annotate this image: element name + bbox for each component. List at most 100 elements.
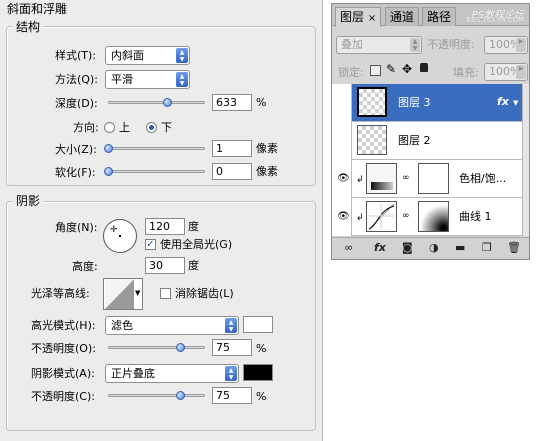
- highlight-opacity-knob[interactable]: [176, 343, 185, 352]
- chevron-right-icon: ▶: [516, 65, 526, 79]
- depth-label: 深度(D):: [55, 97, 98, 110]
- highlight-opacity-slider[interactable]: [108, 346, 205, 349]
- highlight-opacity-input[interactable]: 75: [212, 339, 252, 356]
- angle-input[interactable]: 120: [145, 218, 185, 235]
- eye-icon: 👁: [337, 173, 350, 184]
- layer-thumbnail: [357, 125, 387, 155]
- lock-icon[interactable]: [420, 63, 428, 72]
- blend-mode-select[interactable]: 叠加 ▲ ▼: [336, 36, 422, 54]
- shadow-mode-value: 正片叠底: [111, 367, 155, 380]
- layer-row[interactable]: 👁 图层 3 fx ▼: [332, 84, 522, 122]
- brush-icon[interactable]: ✎: [386, 62, 396, 76]
- updown-arrow-icon: ▲ ▼: [176, 48, 188, 63]
- direction-down-radio[interactable]: [146, 122, 157, 133]
- soften-label: 软化(F):: [55, 166, 96, 179]
- size-slider-knob[interactable]: [104, 144, 113, 153]
- size-label: 大小(Z):: [55, 143, 97, 156]
- antialias-checkbox[interactable]: [160, 288, 171, 299]
- altitude-label: 高度:: [72, 260, 98, 273]
- angle-dial[interactable]: ✛: [103, 219, 137, 253]
- structure-title: 结构: [13, 20, 44, 34]
- layers-scrollbar[interactable]: [522, 84, 529, 236]
- shadow-color-swatch[interactable]: [243, 364, 273, 381]
- shadow-opacity-unit: %: [256, 390, 267, 403]
- style-label: 样式(T):: [55, 49, 97, 62]
- highlight-opacity-label: 不透明度(O):: [31, 342, 96, 355]
- panel-bottom-bar: ∞ fx ◙ ◑ ▬ ❐ 🗑: [332, 237, 529, 259]
- shadow-opacity-input[interactable]: 75: [212, 387, 252, 404]
- visibility-toggle[interactable]: 👁: [332, 84, 352, 122]
- add-mask-icon[interactable]: ◙: [402, 242, 413, 254]
- tab-paths[interactable]: 路径: [422, 7, 457, 26]
- global-light-checkbox[interactable]: ✓: [145, 239, 156, 250]
- technique-value: 平滑: [111, 73, 133, 86]
- dialog-title: 斜面和浮雕: [7, 2, 68, 16]
- link-icon: ∞: [402, 173, 410, 183]
- soften-slider-knob[interactable]: [104, 167, 113, 176]
- shadow-opacity-slider[interactable]: [108, 394, 205, 397]
- depth-slider[interactable]: [108, 101, 205, 104]
- eye-icon: 👁: [337, 97, 350, 108]
- layers-panel: 图层 × 通道 路径 PS教程论坛 BBS.16XX8.COM 叠加 ▲ ▼ 不透…: [331, 3, 530, 260]
- updown-arrow-icon: ▲ ▼: [225, 318, 237, 333]
- size-input[interactable]: 1: [212, 140, 252, 157]
- technique-select[interactable]: 平滑 ▲ ▼: [105, 70, 190, 89]
- chevron-down-icon[interactable]: ▼: [513, 96, 518, 110]
- direction-up-radio[interactable]: [104, 122, 115, 133]
- layer-name: 图层 2: [398, 134, 431, 147]
- direction-down-label: 下: [161, 121, 172, 134]
- visibility-toggle[interactable]: 👁: [332, 160, 352, 198]
- link-layers-icon[interactable]: ∞: [344, 242, 353, 254]
- shading-title: 阴影: [13, 194, 44, 208]
- fill-field[interactable]: 100% ▶: [484, 63, 528, 81]
- highlight-color-swatch[interactable]: [243, 316, 273, 333]
- blend-mode-value: 叠加: [341, 38, 363, 51]
- clip-arrow-icon: ↲: [356, 213, 364, 223]
- opacity-field[interactable]: 100% ▶: [484, 36, 528, 54]
- eye-icon: 👁: [337, 211, 350, 222]
- new-group-icon[interactable]: ▬: [455, 242, 465, 254]
- adjustment-layer-icon[interactable]: ◑: [429, 242, 439, 254]
- technique-label: 方法(Q):: [55, 73, 98, 86]
- curve-graph-icon: [368, 203, 395, 230]
- visibility-toggle[interactable]: 👁: [332, 198, 352, 236]
- style-select[interactable]: 内斜面 ▲ ▼: [105, 46, 190, 65]
- layers-list: 👁 图层 3 fx ▼ 图层 2 👁 ↲ ∞ 色相/饱... 👁 ↲ ∞ 曲线 …: [332, 84, 522, 236]
- size-slider[interactable]: [108, 147, 205, 150]
- layer-row[interactable]: 👁 ↲ ∞ 曲线 1: [332, 198, 522, 236]
- shadow-mode-select[interactable]: 正片叠底 ▲ ▼: [105, 364, 239, 383]
- size-unit: 像素: [256, 142, 278, 155]
- watermark-url: BBS.16XX8.COM: [466, 16, 524, 24]
- move-icon[interactable]: ✥: [402, 62, 412, 76]
- tab-layers[interactable]: 图层 ×: [335, 7, 382, 27]
- contour-icon: [105, 279, 134, 309]
- trash-icon[interactable]: 🗑: [507, 242, 521, 254]
- altitude-input[interactable]: 30: [145, 257, 185, 274]
- tab-channels[interactable]: 通道: [385, 7, 420, 26]
- opacity-label: 不透明度:: [427, 38, 475, 51]
- visibility-toggle[interactable]: [332, 122, 352, 160]
- dial-center-icon: [119, 235, 121, 237]
- depth-input[interactable]: 633: [212, 94, 252, 111]
- layer-row[interactable]: 👁 ↲ ∞ 色相/饱...: [332, 160, 522, 198]
- soften-unit: 像素: [256, 165, 278, 178]
- chevron-down-icon: ▼: [135, 289, 141, 297]
- updown-arrow-icon: ▲ ▼: [176, 72, 188, 87]
- updown-arrow-icon: ▲ ▼: [410, 38, 420, 52]
- soften-slider[interactable]: [108, 170, 205, 173]
- angle-unit: 度: [188, 220, 199, 233]
- close-icon[interactable]: ×: [368, 13, 376, 24]
- shadow-opacity-knob[interactable]: [176, 391, 185, 400]
- crosshair-icon: ✛: [110, 225, 118, 235]
- curves-icon: [366, 201, 397, 232]
- soften-input[interactable]: 0: [212, 163, 252, 180]
- layer-row[interactable]: 图层 2: [332, 122, 522, 160]
- fx-icon[interactable]: fx: [374, 242, 386, 254]
- clip-arrow-icon: ↲: [356, 175, 364, 185]
- lock-transparency-icon[interactable]: [370, 65, 381, 76]
- highlight-mode-select[interactable]: 滤色 ▲ ▼: [105, 316, 239, 335]
- fx-icon[interactable]: fx: [497, 95, 509, 109]
- gloss-contour-picker[interactable]: ▼: [103, 278, 143, 310]
- new-layer-icon[interactable]: ❐: [482, 242, 492, 254]
- depth-slider-knob[interactable]: [163, 98, 172, 107]
